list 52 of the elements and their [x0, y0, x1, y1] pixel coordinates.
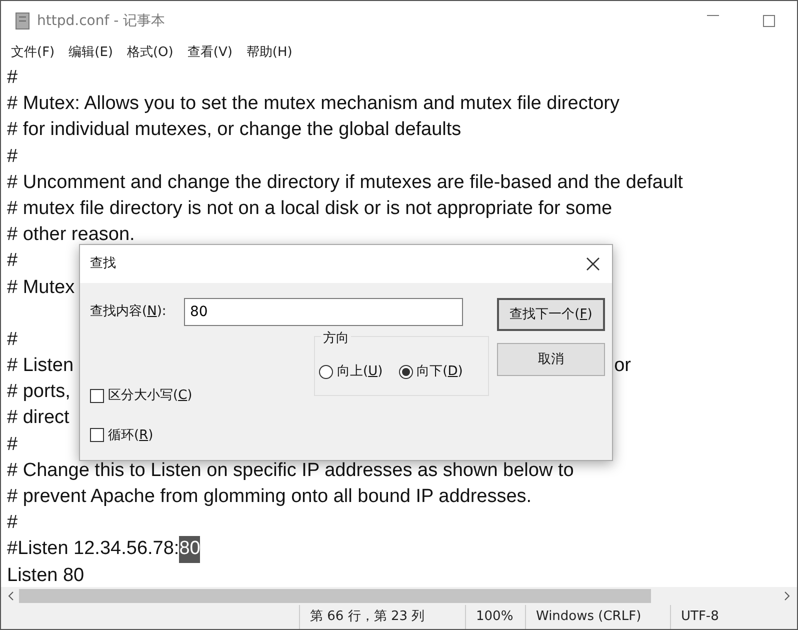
status-text: UTF-8 [681, 608, 719, 626]
dialog-button[interactable]: 取消 [497, 343, 605, 376]
menu-item[interactable]: 查看(V) [187, 43, 232, 63]
text-line: Listen 80 [7, 564, 84, 587]
text-line: # prevent Apache from glomming onto all bound IP addresses. [7, 485, 532, 509]
checkbox[interactable] [90, 388, 104, 403]
scroll-right-icon[interactable] [783, 591, 791, 601]
text-line: # ports, [7, 380, 70, 404]
close-icon[interactable] [586, 257, 600, 271]
checkbox-label[interactable]: 区分大小写(C) [108, 386, 192, 406]
notepad-icon [15, 12, 31, 30]
scroll-left-icon[interactable] [7, 591, 15, 601]
menu-item[interactable]: 帮助(H) [246, 43, 292, 63]
text-line: # Mutex [7, 276, 75, 300]
text-line: # [7, 249, 18, 274]
text-line: # other reason. [7, 223, 135, 248]
text-line: # direct [7, 406, 70, 430]
scroll-thumb[interactable] [19, 589, 651, 603]
checkbox[interactable] [90, 428, 104, 442]
find-input[interactable]: 80 [184, 298, 463, 326]
text-line: # Change this to Listen on specific IP addresses as shown below to [7, 458, 574, 483]
text-line: # [7, 144, 18, 169]
minimize-icon[interactable] [707, 15, 719, 17]
menu-item[interactable]: 格式(O) [126, 43, 174, 63]
radio-button[interactable] [398, 364, 413, 379]
text-line: #Listen 12.34.56.78: [7, 537, 180, 562]
status-text: Windows (CRLF) [536, 608, 642, 626]
text-line: # [7, 328, 18, 352]
horizontal-scrollbar[interactable] [1, 587, 797, 605]
menu-item[interactable]: 文件(F) [11, 43, 55, 63]
text-line: # for individual mutexes, or change the global defaults [7, 118, 462, 142]
text-line: or [614, 354, 631, 378]
text-line: # [7, 432, 18, 457]
text-line: # Uncomment and change the directory if mutexes are file-based and the default [7, 170, 683, 195]
window-title: httpd.conf - 记事本 [37, 12, 166, 30]
dialog-title: 查找 [90, 255, 116, 274]
menu-item[interactable]: 编辑(E) [68, 43, 113, 63]
radio-label[interactable]: 向上(U) [337, 362, 383, 382]
text-line: # [7, 511, 18, 536]
dialog-button[interactable]: 查找下一个(F) [497, 298, 605, 331]
status-text: 第 66 行，第 23 列 [310, 608, 425, 626]
status-text: 100% [476, 608, 514, 626]
text-line: # Mutex: Allows you to set the mutex mechanism and mutex file directory [7, 92, 620, 116]
text-line: # mutex file directory is not on a local disk or is not appropriate for some [7, 196, 612, 221]
maximize-icon[interactable] [763, 15, 775, 27]
text-line: # [7, 66, 18, 90]
radio-label[interactable]: 向下(D) [416, 362, 463, 382]
checkbox-label[interactable]: 循环(R) [108, 426, 154, 445]
selected-text: 80 [179, 536, 200, 563]
text-line: # Listen [7, 354, 74, 378]
radio-button[interactable] [319, 364, 333, 379]
find-label: 查找内容(N): [90, 303, 168, 322]
